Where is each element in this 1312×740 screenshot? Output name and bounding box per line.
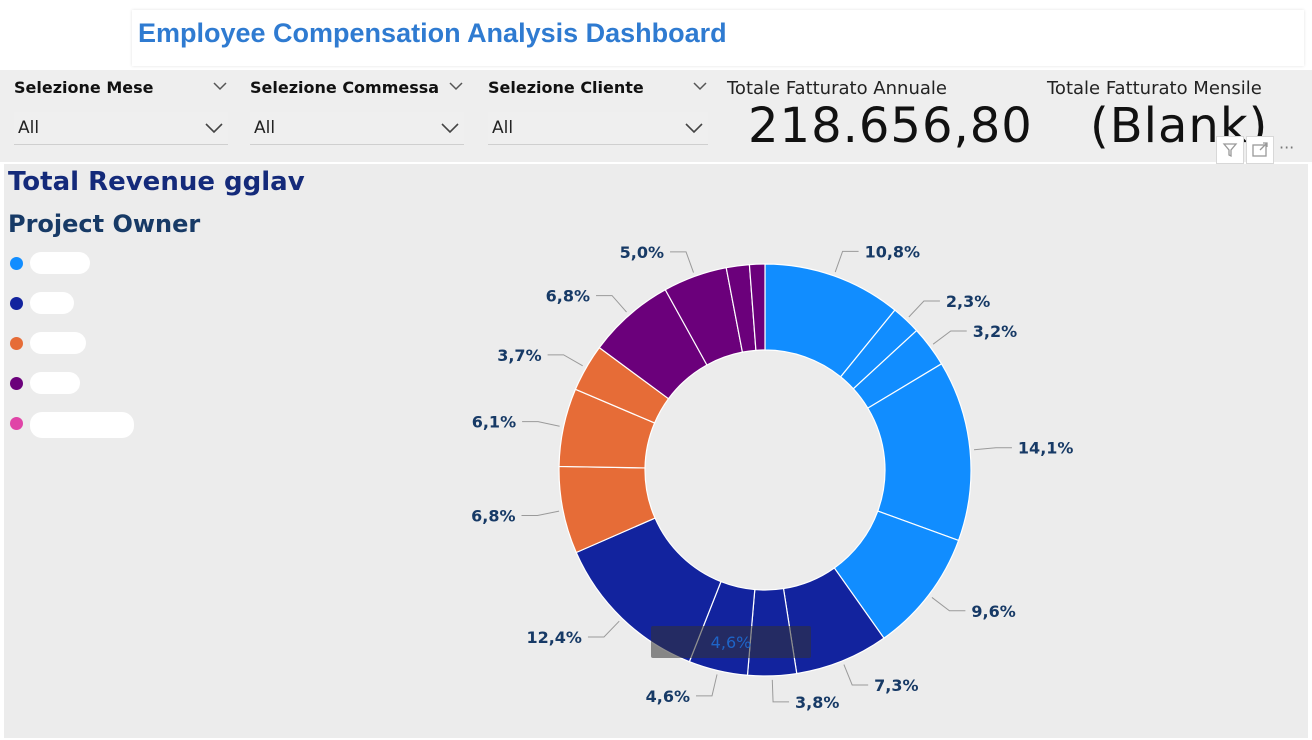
slicer-value: All <box>18 118 40 138</box>
legend-item[interactable] <box>10 250 150 276</box>
legend-item[interactable] <box>10 330 150 356</box>
chevron-down-icon[interactable] <box>692 78 708 94</box>
legend-item[interactable] <box>10 410 150 438</box>
slicer-dropdown[interactable]: All <box>488 112 708 145</box>
chevron-down-icon[interactable] <box>448 78 464 94</box>
logo-placeholder <box>4 8 128 66</box>
visual-toolbar: ··· <box>1216 136 1312 164</box>
slicer-commessa: Selezione Commessa All <box>250 78 464 148</box>
slicer-title: Selezione Commessa <box>250 78 440 97</box>
chevron-down-icon[interactable] <box>212 78 228 94</box>
legend-label <box>30 252 90 274</box>
legend-swatch <box>10 417 23 430</box>
legend-swatch <box>10 297 23 310</box>
slicer-dropdown[interactable]: All <box>14 112 228 145</box>
filter-icon[interactable] <box>1216 136 1244 164</box>
legend-label <box>30 412 134 438</box>
legend-item[interactable] <box>10 370 150 396</box>
legend-swatch <box>10 257 23 270</box>
chart-panel <box>4 164 1308 738</box>
kpi-annual-value: 218.656,80 <box>748 98 1033 154</box>
title-bar: Employee Compensation Analysis Dashboard <box>132 10 1304 66</box>
slicer-dropdown[interactable]: All <box>250 112 464 145</box>
more-options-label: ··· <box>1279 138 1295 157</box>
chevron-down-icon <box>441 123 459 134</box>
legend-swatch <box>10 337 23 350</box>
legend-swatch <box>10 377 23 390</box>
more-options-icon[interactable]: ··· <box>1276 136 1302 162</box>
legend-item[interactable] <box>10 290 150 316</box>
chart-title: Total Revenue gglav <box>8 167 305 197</box>
kpi-monthly-label: Totale Fatturato Mensile <box>1047 78 1262 99</box>
slicer-title: Selezione Mese <box>14 78 154 97</box>
slicer-value: All <box>492 118 514 138</box>
slicer-mese: Selezione Mese All <box>14 78 228 148</box>
slicer-value: All <box>254 118 276 138</box>
legend-title: Project Owner <box>8 210 201 238</box>
chevron-down-icon <box>205 123 223 134</box>
slicer-title: Selezione Cliente <box>488 78 644 97</box>
legend-label <box>30 292 74 314</box>
chevron-down-icon <box>685 123 703 134</box>
page-title: Employee Compensation Analysis Dashboard <box>138 18 727 48</box>
legend-label <box>30 372 80 394</box>
kpi-annual-label: Totale Fatturato Annuale <box>727 78 947 99</box>
focus-mode-icon[interactable] <box>1246 136 1274 164</box>
slicer-cliente: Selezione Cliente All <box>488 78 708 148</box>
legend-label <box>30 332 86 354</box>
